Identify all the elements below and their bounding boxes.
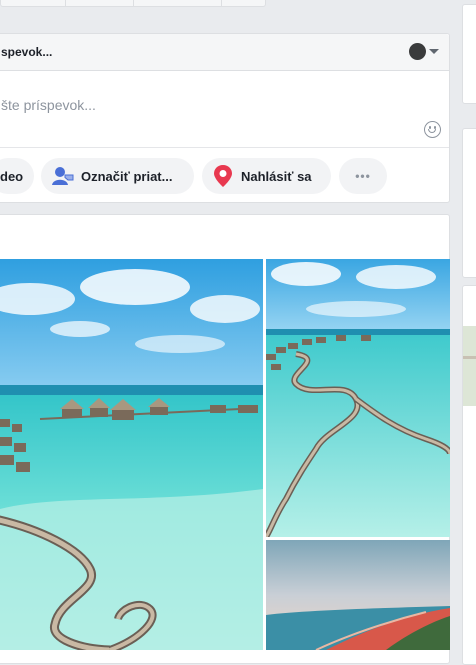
tag-friends-button[interactable]: Označiť priat... <box>41 158 194 194</box>
post-photo-boardwalk[interactable] <box>266 259 450 537</box>
composer-input-area[interactable]: šte príspevok... <box>0 71 449 148</box>
tag-friends-icon <box>52 167 74 185</box>
post-photo-main[interactable] <box>0 259 263 650</box>
composer-header: spevok... <box>0 34 449 71</box>
map-preview <box>463 326 476 406</box>
video-button-label: deo <box>0 168 24 184</box>
sidebar-panel-1 <box>462 4 476 104</box>
map-road <box>463 356 476 359</box>
more-icon: ••• <box>355 169 371 183</box>
composer-title: spevok... <box>1 45 53 59</box>
sidebar-panel-2 <box>462 128 476 278</box>
location-pin-icon <box>214 165 232 187</box>
privacy-selector[interactable] <box>409 43 439 60</box>
privacy-globe-icon <box>409 43 426 60</box>
emoji-icon[interactable] <box>424 121 441 138</box>
composer-placeholder: šte príspevok... <box>1 97 96 113</box>
post-photo-coastline[interactable] <box>266 540 450 650</box>
check-in-label: Nahlásiť sa <box>241 168 312 184</box>
more-options-button[interactable]: ••• <box>339 158 387 194</box>
chevron-down-icon <box>429 49 439 54</box>
check-in-button[interactable]: Nahlásiť sa <box>202 158 331 194</box>
tag-friends-label: Označiť priat... <box>81 168 173 184</box>
sidebar-map-panel[interactable] <box>462 285 476 665</box>
top-strip <box>0 0 266 7</box>
